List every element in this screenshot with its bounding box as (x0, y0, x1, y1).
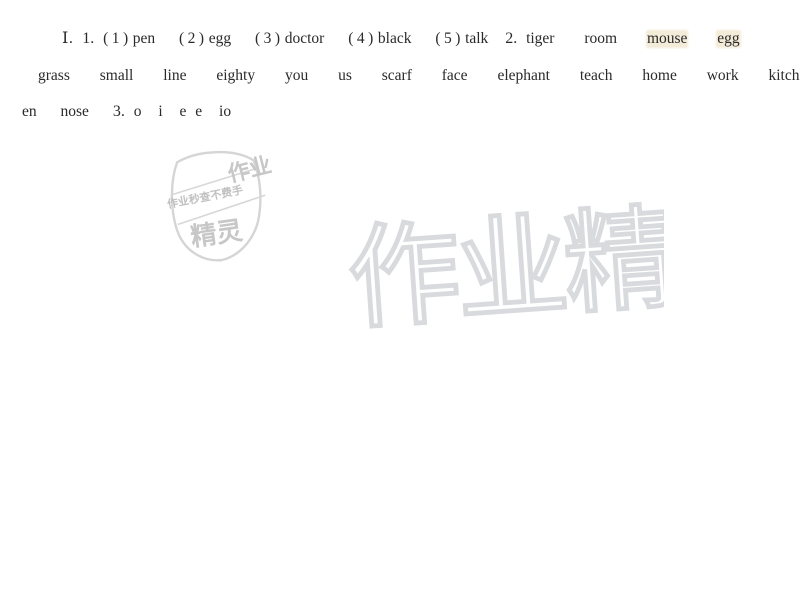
item-marker-2: ( 2 ) (179, 30, 204, 47)
large-outline-watermark: 作业精灵 (344, 186, 664, 346)
item-marker-5: ( 5 ) (435, 30, 461, 47)
line2-word-10: teach (579, 67, 613, 84)
document-page: Ⅰ. 1. ( 1 ) pen ( 2 ) egg ( 3 ) doctor (… (0, 0, 800, 600)
answer-line-3: en nose 3. o i e e io (0, 104, 800, 120)
stamp-band-text: 作业秒查不费手 (166, 183, 244, 211)
line2-word-3: line (163, 67, 187, 84)
group3-answer-4: e (195, 103, 203, 120)
line2-word-7: scarf (381, 67, 412, 84)
line2-word-12: work (706, 67, 739, 84)
item-answer-1: pen (132, 30, 156, 47)
line2-word-9: elephant (497, 67, 550, 84)
item-marker-3: ( 3 ) (255, 30, 280, 47)
group-number-3: 3. (112, 103, 125, 120)
item-answer-2: egg (208, 30, 232, 47)
item-marker-4: ( 4 ) (348, 30, 374, 47)
line3-word-1: en (22, 103, 37, 120)
line2-word-13: kitch- (768, 67, 800, 84)
line2-word-8: face (441, 67, 468, 84)
shield-stamp-watermark: 作业 作业秒查不费手 精灵 (152, 138, 288, 274)
line2-word-4: eighty (216, 67, 256, 84)
group3-answer-1: o (133, 103, 142, 120)
group3-answer-3: e (179, 103, 187, 120)
stamp-bottom-text: 精灵 (189, 216, 245, 253)
section-label: Ⅰ. (62, 30, 74, 47)
band-top-edge (170, 167, 259, 196)
item-answer-5: talk (465, 30, 489, 47)
line2-word-5: you (284, 67, 309, 84)
watermark-text: 作业精灵 (344, 186, 664, 346)
item-marker-1: ( 1 ) (103, 30, 128, 47)
group2-word-4: egg (717, 30, 740, 47)
item-answer-4: black (377, 30, 412, 47)
stamp-top-text: 作业 (225, 153, 274, 188)
group-number-1: 1. (82, 30, 95, 47)
group3-answer-5: io (219, 103, 232, 120)
line2-word-2: small (99, 67, 134, 84)
line2-word-11: home (642, 67, 677, 84)
line2-word-1: grass (38, 67, 70, 84)
band-bottom-edge (177, 194, 266, 226)
shield-outline (170, 150, 262, 262)
group-number-2: 2. (505, 30, 518, 47)
line2-word-6: us (338, 67, 352, 84)
group2-word-1: tiger (526, 30, 555, 47)
item-answer-3: doctor (284, 30, 325, 47)
answer-line-1: Ⅰ. 1. ( 1 ) pen ( 2 ) egg ( 3 ) doctor (… (0, 31, 800, 47)
group3-answer-2: i (158, 103, 163, 120)
line3-word-2: nose (60, 103, 89, 120)
group2-word-2: room (584, 30, 618, 47)
group2-word-3: mouse (646, 30, 688, 47)
answer-line-2: grass small line eighty you us scarf fac… (0, 68, 800, 84)
